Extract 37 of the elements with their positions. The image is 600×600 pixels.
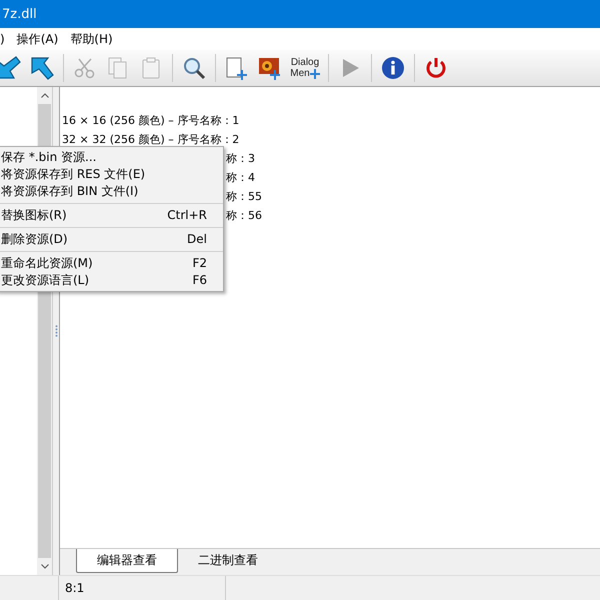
dialog-menu-button[interactable]: Dialog Men bbox=[288, 53, 322, 83]
plus-icon bbox=[310, 68, 320, 78]
arrow-icon bbox=[30, 56, 54, 80]
scissors-icon bbox=[73, 56, 97, 80]
menu-item[interactable]: 将资源保存到 BIN 文件(I) bbox=[1, 183, 138, 200]
add-image-icon bbox=[258, 56, 282, 80]
window-title: 7z.dll bbox=[2, 6, 37, 22]
info-icon bbox=[381, 56, 405, 80]
shortcut-label: Ctrl+R bbox=[167, 207, 207, 224]
menu-item[interactable]: 操作(A) bbox=[16, 30, 58, 48]
shortcut-label: Del bbox=[187, 231, 207, 248]
resource-line: 称：55 bbox=[226, 190, 262, 203]
resource-line: 32 × 32 (256 颜色) – 序号名称：2 bbox=[62, 133, 240, 146]
menu-item[interactable]: ) bbox=[0, 32, 5, 46]
menu-item[interactable]: 替换图标(R) bbox=[1, 207, 67, 224]
scroll-down-icon bbox=[40, 564, 48, 569]
resource-line: 称：3 bbox=[226, 152, 255, 165]
grip-icon bbox=[54, 324, 58, 338]
menu-item[interactable]: 将资源保存到 RES 文件(E) bbox=[1, 166, 146, 183]
shortcut-label: F2 bbox=[192, 255, 207, 272]
menu-item[interactable]: 帮助(H) bbox=[70, 30, 113, 48]
resource-line: 16 × 16 (256 颜色) – 序号名称：1 bbox=[62, 114, 240, 127]
new-document-icon bbox=[225, 56, 249, 80]
tab[interactable]: 二进制查看 bbox=[178, 549, 278, 572]
menu-item[interactable]: 重命名此资源(M) bbox=[1, 255, 93, 272]
menu-item[interactable]: 更改资源语言(L) bbox=[1, 272, 90, 289]
resource-line: 称：4 bbox=[226, 171, 255, 184]
power-icon bbox=[424, 56, 448, 80]
search-icon bbox=[182, 56, 206, 80]
menu-item[interactable]: 保存 *.bin 资源... bbox=[1, 149, 96, 166]
arrow-icon bbox=[0, 56, 21, 80]
tab[interactable]: 编辑器查看 bbox=[76, 549, 178, 573]
scroll-up-icon bbox=[40, 93, 48, 98]
resource-line: 称：56 bbox=[226, 209, 262, 222]
shortcut-label: F6 bbox=[192, 272, 207, 289]
menu-item[interactable]: 删除资源(D) bbox=[1, 231, 68, 248]
status-position: 8:1 bbox=[58, 576, 226, 600]
